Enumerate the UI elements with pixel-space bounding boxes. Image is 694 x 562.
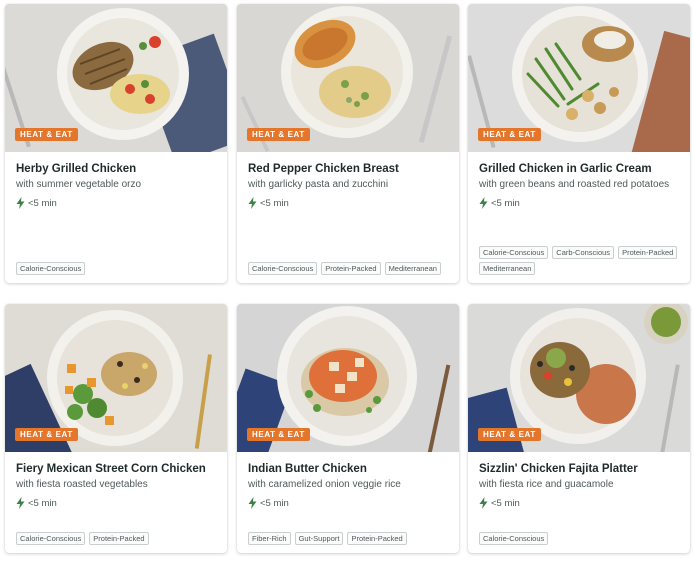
heat-and-eat-badge: HEAT & EAT: [15, 428, 78, 441]
meal-card-fiery-mexican-street-corn-chicken[interactable]: HEAT & EAT Fiery Mexican Street Corn Chi…: [5, 304, 227, 553]
tag-list: Calorie-Conscious Protein-Packed Mediter…: [248, 259, 451, 275]
prep-time-label: <5 min: [28, 197, 57, 209]
meal-card-indian-butter-chicken[interactable]: HEAT & EAT Indian Butter Chicken with ca…: [237, 304, 459, 553]
tag: Calorie-Conscious: [16, 262, 86, 275]
meal-subtitle: with garlicky pasta and zucchini: [248, 179, 389, 190]
tag: Calorie-Conscious: [479, 246, 549, 259]
heat-and-eat-badge: HEAT & EAT: [15, 128, 78, 141]
meal-photo: HEAT & EAT: [5, 4, 227, 152]
prep-time-label: <5 min: [260, 197, 289, 209]
prep-time: <5 min: [479, 497, 679, 509]
heat-and-eat-badge: HEAT & EAT: [478, 428, 541, 441]
tag: Mediterranean: [384, 262, 441, 275]
prep-time-label: <5 min: [491, 497, 520, 509]
heat-and-eat-badge: HEAT & EAT: [478, 128, 541, 141]
tag: Fiber-Rich: [248, 532, 291, 545]
meal-card-red-pepper-chicken[interactable]: HEAT & EAT Red Pepper Chicken Breast wit…: [237, 4, 459, 283]
meal-subtitle: with green beans and roasted red potatoe…: [479, 179, 670, 190]
tag-list: Calorie-Conscious: [16, 259, 219, 275]
tag: Protein-Packed: [618, 246, 678, 259]
tag-list: Calorie-Conscious: [479, 529, 682, 545]
tag: Mediterranean: [479, 262, 536, 275]
meal-title[interactable]: Fiery Mexican Street Corn Chicken: [16, 462, 216, 477]
tag: Protein-Packed: [321, 262, 381, 275]
prep-time: <5 min: [248, 497, 448, 509]
prep-time-label: <5 min: [28, 497, 57, 509]
tag-list: Calorie-Conscious Carb-Conscious Protein…: [479, 243, 682, 275]
meal-title[interactable]: Indian Butter Chicken: [248, 462, 448, 477]
heat-and-eat-badge: HEAT & EAT: [247, 128, 310, 141]
heat-and-eat-badge: HEAT & EAT: [247, 428, 310, 441]
meal-title[interactable]: Red Pepper Chicken Breast: [248, 162, 448, 177]
tag: Calorie-Conscious: [248, 262, 318, 275]
prep-time: <5 min: [479, 197, 679, 209]
meal-photo: HEAT & EAT: [468, 304, 690, 452]
tag: Gut-Support: [294, 532, 344, 545]
meal-photo: HEAT & EAT: [5, 304, 227, 452]
tag: Protein-Packed: [347, 532, 407, 545]
prep-time-label: <5 min: [260, 497, 289, 509]
prep-time: <5 min: [16, 497, 216, 509]
tag: Protein-Packed: [89, 532, 149, 545]
tag-list: Fiber-Rich Gut-Support Protein-Packed: [248, 529, 451, 545]
lightning-bolt-icon: [16, 197, 25, 209]
prep-time: <5 min: [248, 197, 448, 209]
meal-subtitle: with summer vegetable orzo: [16, 179, 142, 190]
meal-title[interactable]: Herby Grilled Chicken: [16, 162, 216, 177]
tag: Calorie-Conscious: [479, 532, 549, 545]
lightning-bolt-icon: [16, 497, 25, 509]
lightning-bolt-icon: [479, 197, 488, 209]
meal-subtitle: with fiesta roasted vegetables: [16, 479, 148, 490]
lightning-bolt-icon: [479, 497, 488, 509]
meal-photo: HEAT & EAT: [468, 4, 690, 152]
meal-title[interactable]: Grilled Chicken in Garlic Cream: [479, 162, 679, 177]
meal-subtitle: with fiesta rice and guacamole: [479, 479, 614, 490]
tag: Calorie-Conscious: [16, 532, 86, 545]
lightning-bolt-icon: [248, 197, 257, 209]
meal-subtitle: with caramelized onion veggie rice: [248, 479, 401, 490]
meal-photo: HEAT & EAT: [237, 4, 459, 152]
lightning-bolt-icon: [248, 497, 257, 509]
tag-list: Calorie-Conscious Protein-Packed: [16, 529, 219, 545]
meal-title[interactable]: Sizzlin' Chicken Fajita Platter: [479, 462, 679, 477]
prep-time: <5 min: [16, 197, 216, 209]
tag: Carb-Conscious: [552, 246, 615, 259]
meal-card-grilled-chicken-garlic-cream[interactable]: HEAT & EAT Grilled Chicken in Garlic Cre…: [468, 4, 690, 283]
meal-card-sizzlin-chicken-fajita-platter[interactable]: HEAT & EAT Sizzlin' Chicken Fajita Platt…: [468, 304, 690, 553]
meal-photo: HEAT & EAT: [237, 304, 459, 452]
prep-time-label: <5 min: [491, 197, 520, 209]
meal-card-herby-grilled-chicken[interactable]: HEAT & EAT Herby Grilled Chicken with su…: [5, 4, 227, 283]
meal-grid: HEAT & EAT Herby Grilled Chicken with su…: [0, 0, 694, 562]
